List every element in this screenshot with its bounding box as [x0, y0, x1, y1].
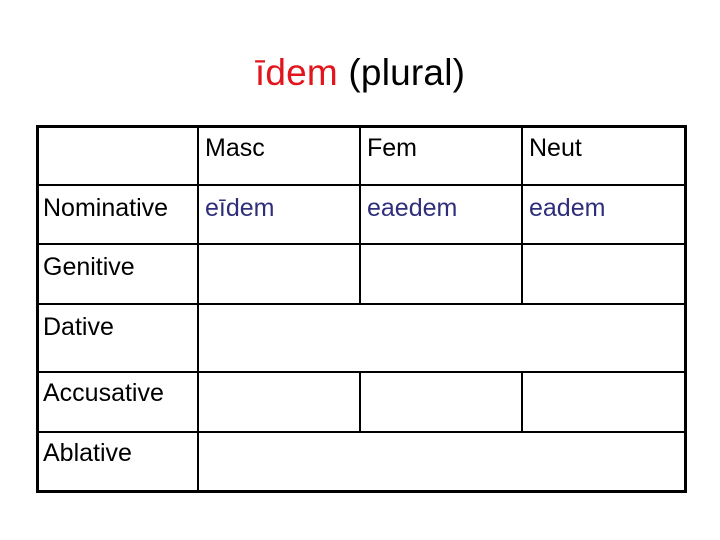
header-masc: Masc: [205, 134, 265, 162]
nominative-neut: eadem: [529, 194, 606, 222]
table-border: [36, 125, 687, 493]
row-label-dative: Dative: [43, 313, 114, 341]
nominative-fem: eaedem: [367, 194, 458, 222]
col-divider: [521, 126, 523, 304]
row-label-nominative: Nominative: [43, 194, 169, 222]
row-label-accusative: Accusative: [43, 379, 164, 407]
col-divider: [521, 372, 523, 432]
col-divider: [197, 126, 199, 490]
col-divider: [359, 126, 361, 304]
header-neut: Neut: [529, 134, 582, 162]
row-label-ablative: Ablative: [43, 439, 132, 467]
declension-table: Masc Fem Neut Nominative eīdem eaedem ea…: [0, 0, 720, 540]
row-label-genitive: Genitive: [43, 253, 135, 281]
nominative-masc: eīdem: [205, 194, 275, 222]
header-fem: Fem: [367, 134, 417, 162]
col-divider: [359, 372, 361, 432]
